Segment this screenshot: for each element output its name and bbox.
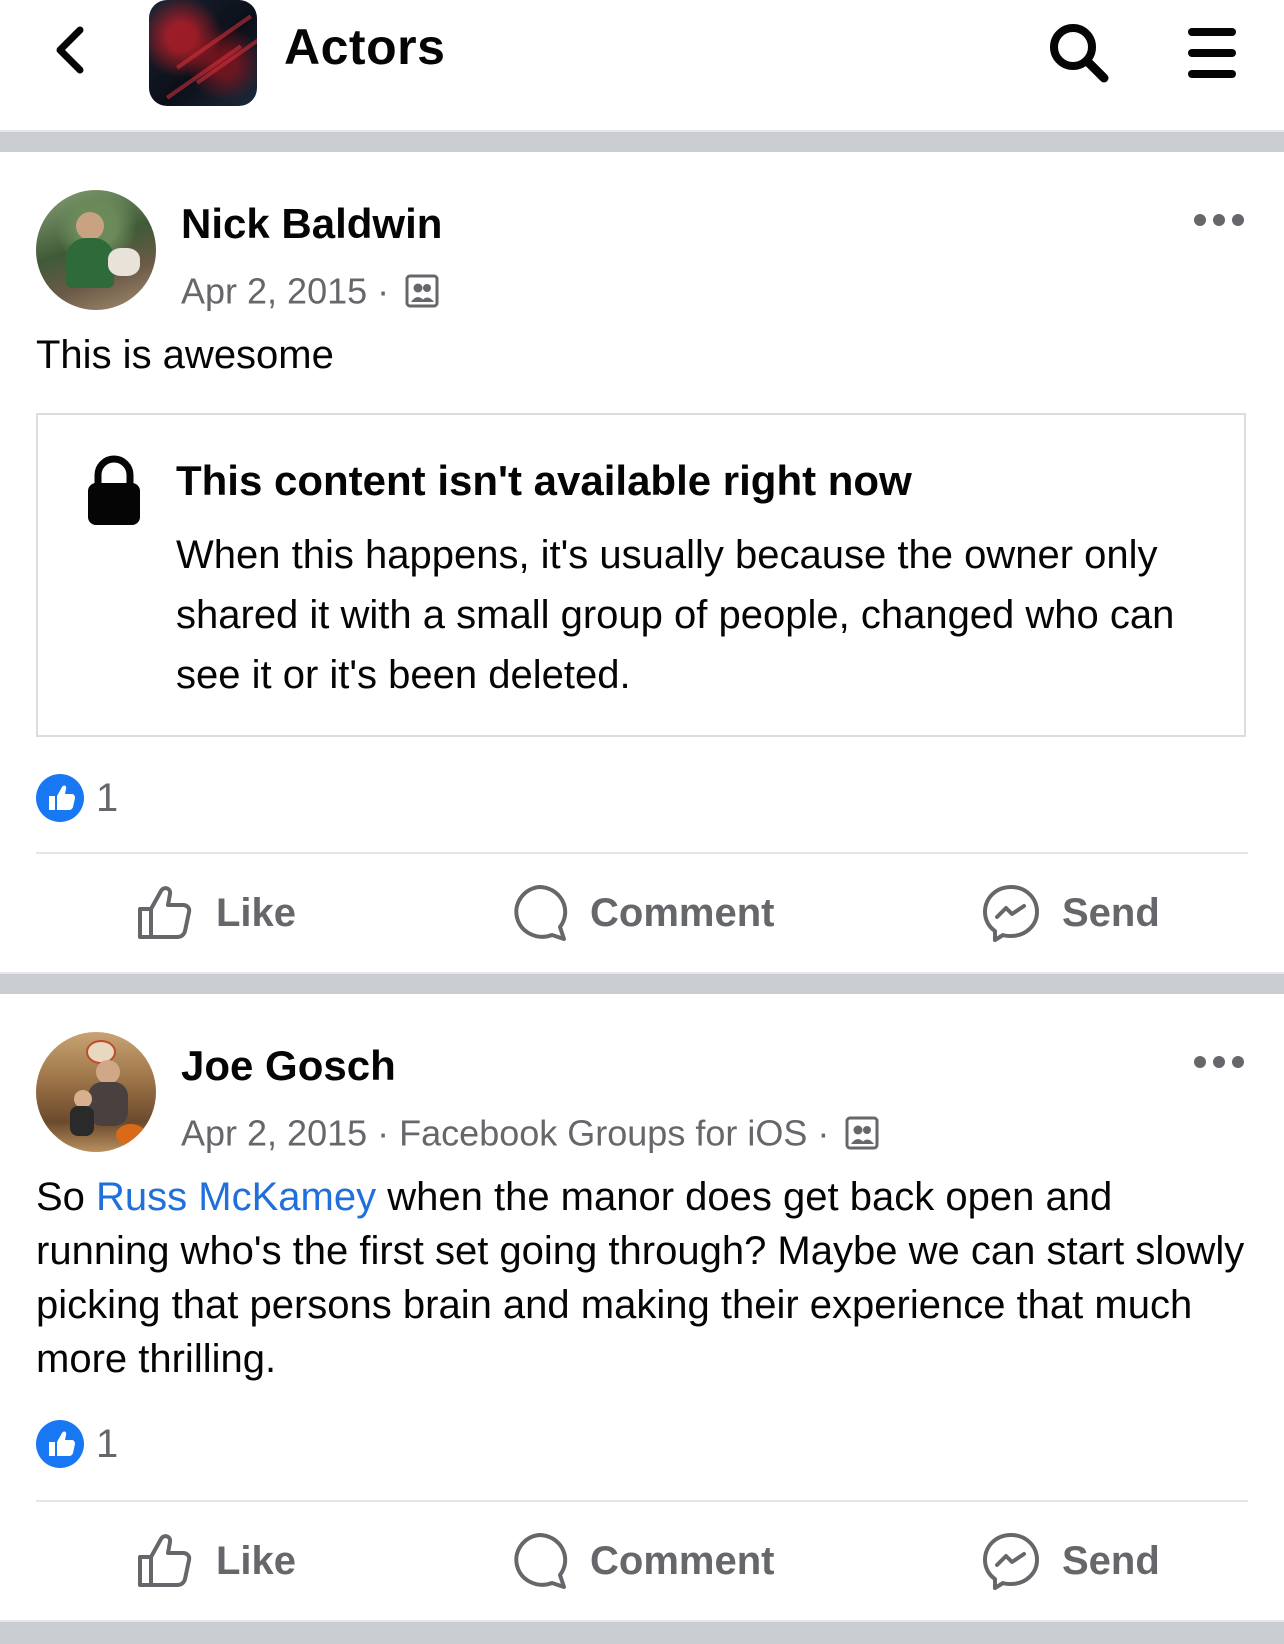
action-divider — [36, 1500, 1248, 1502]
like-button[interactable]: Like — [134, 880, 296, 946]
group-avatar[interactable] — [149, 0, 257, 106]
thumbs-up-icon — [138, 886, 192, 939]
post-date[interactable]: Apr 2, 2015 — [181, 1112, 367, 1153]
meta-separator: · — [377, 270, 390, 312]
messenger-icon — [983, 1533, 1039, 1590]
comment-button[interactable]: Comment — [508, 880, 774, 946]
lock-icon — [88, 455, 140, 525]
like-reaction-icon — [36, 1420, 84, 1468]
more-horizontal-icon — [1194, 1056, 1244, 1068]
search-button[interactable] — [1046, 20, 1112, 86]
comment-bubble-icon — [514, 1532, 568, 1589]
group-members-icon — [405, 274, 439, 308]
post-text: This is awesome — [36, 333, 334, 377]
post-author[interactable]: Nick Baldwin — [181, 200, 442, 248]
unavailable-body: When this happens, it's usually because … — [176, 533, 1175, 697]
more-options-button[interactable] — [1192, 210, 1246, 230]
post-date[interactable]: Apr 2, 2015 — [181, 270, 367, 311]
reaction-summary[interactable]: 1 — [36, 774, 156, 824]
post-text: So Russ McKamey when the manor does get … — [36, 1170, 1248, 1386]
thumbs-up-icon — [138, 1534, 192, 1587]
action-divider — [36, 852, 1248, 854]
reaction-count: 1 — [96, 1422, 119, 1466]
hamburger-menu-icon — [1188, 28, 1236, 78]
like-label: Like — [216, 890, 297, 935]
messenger-icon — [983, 885, 1039, 942]
search-icon — [1050, 24, 1109, 83]
group-members-icon — [845, 1116, 879, 1150]
like-label: Like — [216, 1538, 297, 1583]
send-button[interactable]: Send — [980, 880, 1160, 946]
post-author[interactable]: Joe Gosch — [181, 1042, 396, 1090]
top-bar: Actors — [0, 0, 1284, 130]
unavailable-content-notice: This content isn't available right now W… — [36, 413, 1246, 737]
unavailable-title: This content isn't available right now — [176, 457, 912, 504]
page-title[interactable]: Actors — [284, 18, 445, 76]
post-source: Facebook Groups for iOS — [399, 1112, 808, 1154]
chevron-left-icon — [56, 26, 84, 74]
comment-label: Comment — [590, 1538, 775, 1583]
more-horizontal-icon — [1194, 214, 1244, 226]
feed-separator — [0, 972, 1284, 994]
post-text-prefix: So — [36, 1175, 97, 1219]
back-button[interactable] — [44, 22, 100, 78]
meta-separator: · — [817, 1112, 830, 1154]
send-label: Send — [1062, 1538, 1160, 1583]
avatar[interactable] — [36, 1032, 156, 1152]
like-reaction-icon — [36, 774, 84, 822]
meta-separator: · — [377, 1112, 390, 1154]
reaction-summary[interactable]: 1 — [36, 1420, 156, 1470]
post-meta: Apr 2, 2015 · — [181, 268, 439, 312]
feed-separator — [0, 1620, 1284, 1644]
send-label: Send — [1062, 890, 1160, 935]
comment-button[interactable]: Comment — [508, 1528, 774, 1594]
send-button[interactable]: Send — [980, 1528, 1160, 1594]
like-button[interactable]: Like — [134, 1528, 296, 1594]
more-options-button[interactable] — [1192, 1052, 1246, 1072]
feed-separator — [0, 130, 1284, 152]
comment-label: Comment — [590, 890, 775, 935]
avatar[interactable] — [36, 190, 156, 310]
user-mention-link[interactable]: Russ McKamey — [96, 1175, 376, 1219]
comment-bubble-icon — [514, 884, 568, 941]
post-meta: Apr 2, 2015 · Facebook Groups for iOS · — [181, 1110, 879, 1154]
reaction-count: 1 — [96, 776, 119, 820]
menu-button[interactable] — [1184, 24, 1240, 82]
